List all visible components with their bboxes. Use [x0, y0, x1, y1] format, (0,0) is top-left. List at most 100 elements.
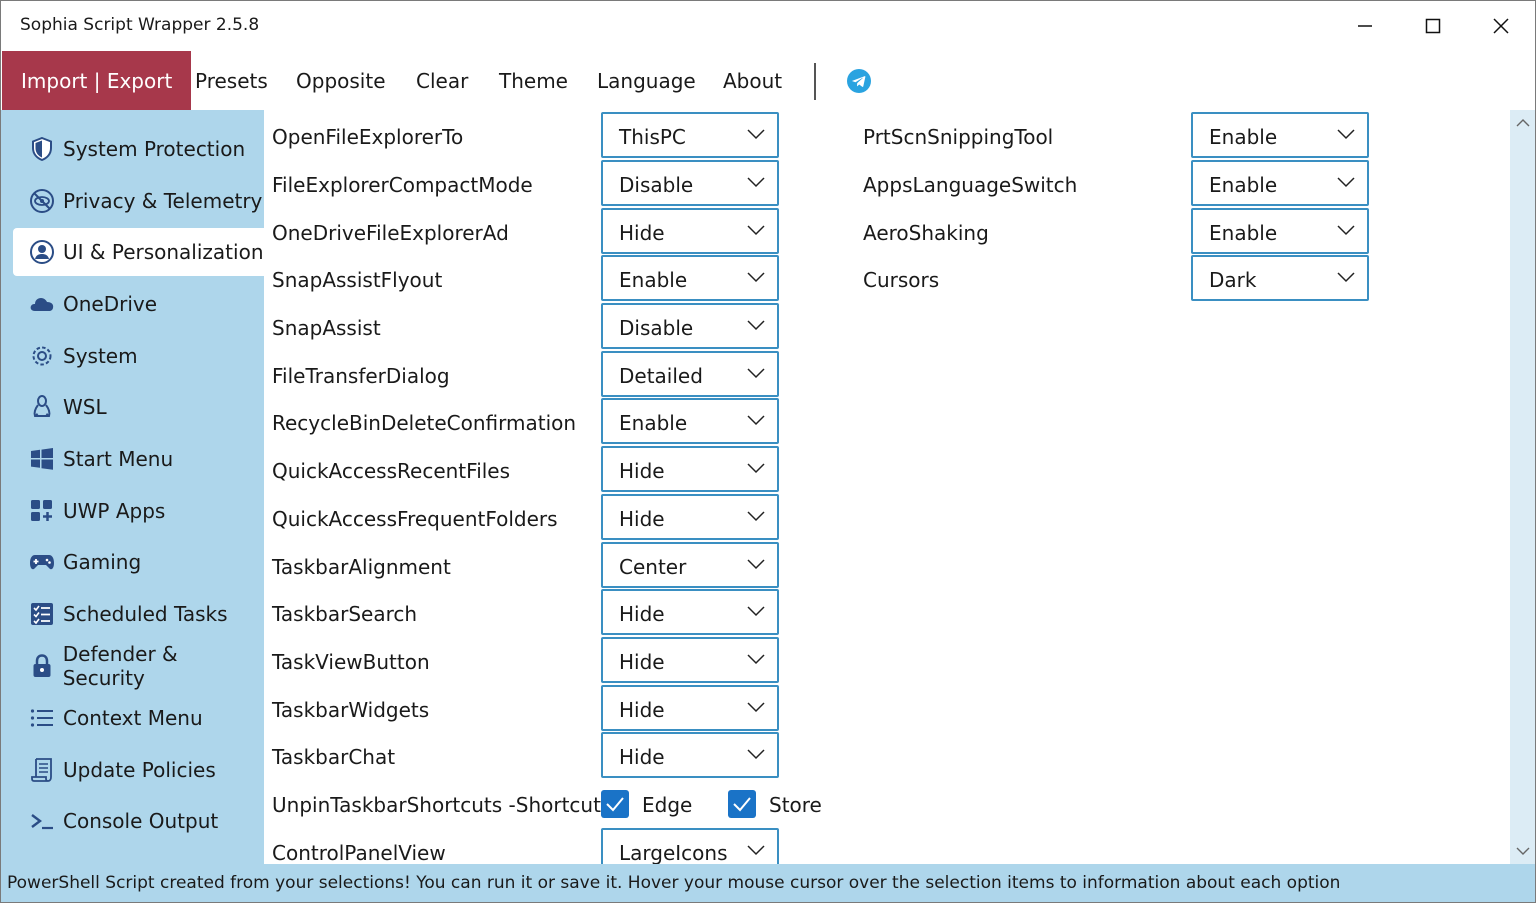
store-checkbox[interactable]	[728, 790, 756, 818]
chevron-down-icon	[747, 368, 765, 379]
setting-dropdown[interactable]: Center	[601, 542, 779, 588]
setting-dropdown[interactable]: Hide	[601, 589, 779, 635]
chevron-down-icon	[747, 272, 765, 283]
setting-label: OneDriveFileExplorerAd	[272, 221, 509, 245]
setting-label: TaskbarWidgets	[272, 698, 430, 722]
setting-dropdown[interactable]: Disable	[601, 160, 779, 206]
eye-slash-icon	[29, 188, 55, 214]
menu-presets[interactable]: Presets	[195, 51, 268, 110]
chevron-down-icon	[747, 559, 765, 570]
scroll-up-icon[interactable]	[1516, 116, 1530, 130]
setting-label: AppsLanguageSwitch	[863, 173, 1078, 197]
setting-dropdown[interactable]: ThisPC	[601, 112, 779, 158]
menu-clear[interactable]: Clear	[416, 51, 468, 110]
dropdown-value: Hide	[619, 221, 665, 245]
dropdown-value: Detailed	[619, 364, 703, 388]
setting-dropdown[interactable]: Enable	[1191, 112, 1369, 158]
dropdown-value: Enable	[619, 268, 688, 292]
menu-opposite[interactable]: Opposite	[296, 51, 386, 110]
sidebar-item-label: Console Output	[63, 809, 219, 833]
status-message: PowerShell Script created from your sele…	[7, 873, 1341, 893]
edge-checkbox-label[interactable]: Edge	[642, 793, 692, 817]
dropdown-value: Hide	[619, 650, 665, 674]
maximize-icon	[1425, 18, 1441, 34]
dropdown-value: Enable	[1209, 173, 1278, 197]
setting-dropdown[interactable]: Hide	[601, 208, 779, 254]
setting-dropdown[interactable]: Hide	[601, 637, 779, 683]
setting-dropdown[interactable]: Dark	[1191, 255, 1369, 301]
status-bar: PowerShell Script created from your sele…	[1, 864, 1535, 902]
sidebar-item-wsl[interactable]: WSL	[13, 383, 264, 431]
setting-dropdown[interactable]: Hide	[601, 685, 779, 731]
sidebar-item-uwp-apps[interactable]: UWP Apps	[13, 487, 264, 535]
sidebar: System Protection Privacy & Telemetry UI…	[1, 110, 264, 864]
setting-dropdown[interactable]: Enable	[601, 398, 779, 444]
chevron-down-icon	[747, 225, 765, 236]
setting-dropdown[interactable]: Hide	[601, 494, 779, 540]
setting-label: TaskViewButton	[272, 650, 430, 674]
checkmark-icon	[733, 797, 751, 812]
setting-dropdown[interactable]: Detailed	[601, 351, 779, 397]
setting-label: AeroShaking	[863, 221, 989, 245]
settings-panel: OpenFileExplorerTo ThisPC FileExplorerCo…	[264, 110, 1510, 864]
menu-language[interactable]: Language	[597, 51, 696, 110]
setting-dropdown[interactable]: Hide	[601, 732, 779, 778]
maximize-button[interactable]	[1399, 1, 1467, 51]
close-icon	[1493, 18, 1509, 34]
chevron-down-icon	[747, 511, 765, 522]
gear-icon	[29, 343, 55, 369]
setting-dropdown[interactable]: LargeIcons	[601, 828, 779, 864]
sidebar-item-gaming[interactable]: Gaming	[13, 538, 264, 586]
sidebar-item-privacy-telemetry[interactable]: Privacy & Telemetry	[13, 177, 264, 225]
store-checkbox-label[interactable]: Store	[769, 793, 822, 817]
setting-label: PrtScnSnippingTool	[863, 125, 1054, 149]
menu-separator	[814, 63, 816, 100]
sidebar-item-start-menu[interactable]: Start Menu	[13, 435, 264, 483]
setting-label: Cursors	[863, 268, 940, 292]
gamepad-icon	[29, 549, 55, 575]
setting-dropdown[interactable]: Hide	[601, 446, 779, 492]
vertical-scrollbar[interactable]	[1510, 110, 1535, 864]
sidebar-item-scheduled-tasks[interactable]: Scheduled Tasks	[13, 590, 264, 638]
terminal-icon	[29, 808, 55, 834]
minimize-icon	[1358, 25, 1372, 27]
chevron-down-icon	[747, 606, 765, 617]
title-bar: Sophia Script Wrapper 2.5.8	[1, 1, 1535, 51]
chevron-down-icon	[747, 749, 765, 760]
menu-about[interactable]: About	[723, 51, 782, 110]
chevron-down-icon	[747, 177, 765, 188]
close-button[interactable]	[1467, 1, 1535, 51]
dropdown-value: Enable	[619, 411, 688, 435]
sidebar-item-console-output[interactable]: Console Output	[13, 797, 264, 845]
menu-import-export[interactable]: Import | Export	[2, 51, 192, 110]
setting-label: SnapAssistFlyout	[272, 268, 443, 292]
apps-icon	[29, 498, 55, 524]
setting-dropdown[interactable]: Enable	[1191, 160, 1369, 206]
dropdown-value: Disable	[619, 316, 694, 340]
setting-dropdown[interactable]: Enable	[1191, 208, 1369, 254]
telegram-icon[interactable]	[847, 69, 871, 93]
sidebar-item-ui-personalization[interactable]: UI & Personalization	[13, 228, 264, 276]
setting-label: QuickAccessRecentFiles	[272, 459, 511, 483]
sidebar-item-system-protection[interactable]: System Protection	[13, 125, 264, 173]
setting-dropdown[interactable]: Enable	[601, 255, 779, 301]
setting-label: QuickAccessFrequentFolders	[272, 507, 558, 531]
setting-label: SnapAssist	[272, 316, 381, 340]
dropdown-value: Enable	[1209, 221, 1278, 245]
menu-theme[interactable]: Theme	[499, 51, 568, 110]
setting-dropdown[interactable]: Disable	[601, 303, 779, 349]
chevron-down-icon	[747, 129, 765, 140]
sidebar-item-context-menu[interactable]: Context Menu	[13, 694, 264, 742]
sidebar-item-label: Update Policies	[63, 758, 216, 782]
dropdown-value: ThisPC	[619, 125, 686, 149]
chevron-down-icon	[1337, 272, 1355, 283]
edge-checkbox[interactable]	[601, 790, 629, 818]
scroll-down-icon[interactable]	[1516, 844, 1530, 858]
sidebar-item-defender-security[interactable]: Defender & Security	[13, 642, 264, 690]
sidebar-item-onedrive[interactable]: OneDrive	[13, 280, 264, 328]
minimize-button[interactable]	[1331, 1, 1399, 51]
chevron-down-icon	[747, 415, 765, 426]
sidebar-item-update-policies[interactable]: Update Policies	[13, 746, 264, 794]
sidebar-item-label: WSL	[63, 395, 107, 419]
sidebar-item-system[interactable]: System	[13, 332, 264, 380]
